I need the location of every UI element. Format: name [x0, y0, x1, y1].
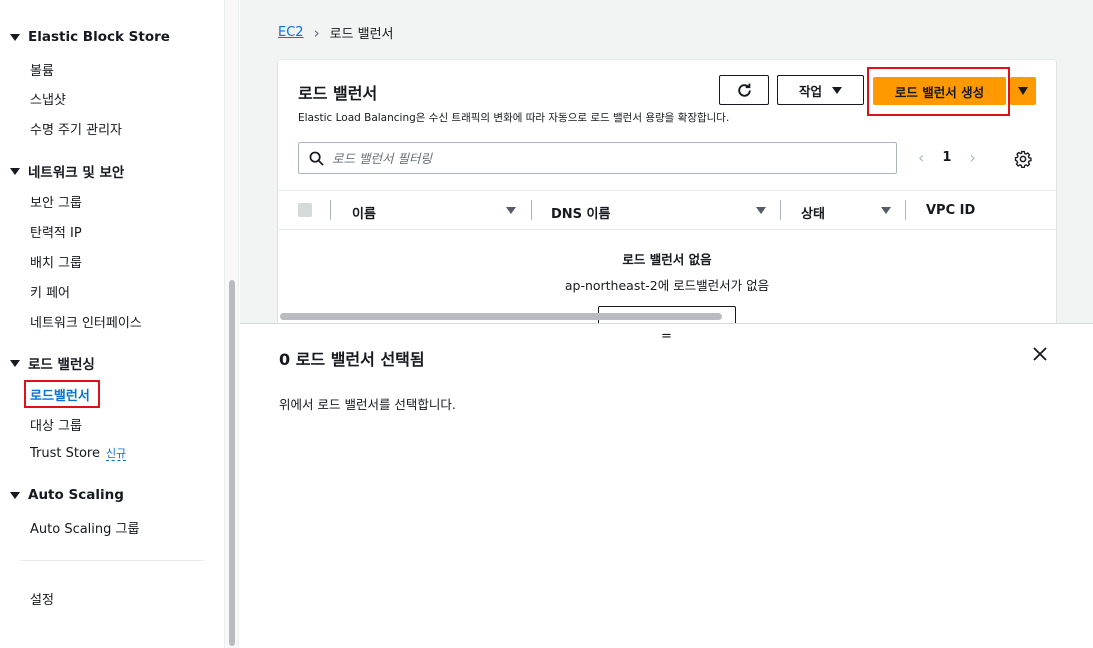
section-title: Auto Scaling — [28, 487, 124, 503]
sidebar: Elastic Block Store 볼륨 스냅샷 수명 주기 관리자 네트워… — [0, 0, 224, 648]
refresh-button[interactable] — [719, 75, 769, 105]
split-panel-title: 0 로드 밸런서 선택됨 — [279, 350, 425, 369]
sidebar-item-placement-groups[interactable]: 배치 그룹 — [30, 252, 82, 271]
sidebar-item-load-balancers[interactable]: 로드밸런서 — [30, 385, 90, 404]
sort-icon[interactable] — [506, 207, 516, 214]
sidebar-item-key-pairs[interactable]: 키 페어 — [30, 282, 70, 301]
caret-down-icon — [10, 167, 20, 175]
column-divider — [531, 200, 532, 220]
caret-down-icon — [10, 491, 20, 499]
empty-state-title: 로드 밸런서 없음 — [622, 252, 712, 267]
sidebar-divider — [20, 560, 204, 561]
caret-down-icon — [10, 359, 20, 367]
sidebar-item-volumes[interactable]: 볼륨 — [30, 60, 54, 79]
actions-label: 작업 — [798, 83, 822, 99]
chevron-right-icon[interactable]: › — [969, 148, 975, 167]
page-description: Elastic Load Balancing은 수신 트래픽의 변화에 따라 자… — [298, 112, 730, 124]
gear-icon[interactable] — [1014, 150, 1032, 168]
sidebar-item-auto-scaling-groups[interactable]: Auto Scaling 그룹 — [30, 518, 139, 537]
split-panel-text: 위에서 로드 밸런서를 선택합니다. — [279, 397, 456, 412]
new-badge[interactable]: 신규 — [105, 447, 127, 461]
section-title: 로드 밸런싱 — [28, 357, 95, 373]
breadcrumb: EC2 › 로드 밸런서 — [278, 23, 394, 43]
sidebar-item-security-groups[interactable]: 보안 그룹 — [30, 192, 82, 211]
search-icon — [309, 151, 324, 166]
load-balancers-table-container: 로드 밸런서 Elastic Load Balancing은 수신 트래픽의 변… — [278, 60, 1056, 323]
caret-down-icon — [1018, 87, 1028, 95]
column-divider — [780, 200, 781, 220]
sidebar-scrollbar-thumb[interactable] — [229, 280, 235, 646]
section-title: Elastic Block Store — [28, 29, 170, 45]
sidebar-item-network-interfaces[interactable]: 네트워크 인터페이스 — [30, 312, 142, 331]
column-header-name[interactable]: 이름 — [352, 203, 376, 222]
section-network-security[interactable]: 네트워크 및 보안 — [10, 161, 124, 181]
refresh-icon — [737, 83, 751, 97]
sidebar-item-label: Trust Store — [30, 446, 100, 461]
create-load-balancer-button[interactable]: 로드 밸런서 생성 — [873, 77, 1006, 105]
sidebar-item-settings[interactable]: 설정 — [30, 589, 54, 608]
filter-input[interactable] — [332, 150, 872, 166]
sort-icon[interactable] — [756, 207, 766, 214]
filter-field[interactable] — [298, 142, 897, 174]
section-ebs[interactable]: Elastic Block Store — [10, 29, 170, 45]
page-title: 로드 밸런서 — [298, 84, 378, 103]
main-content: EC2 › 로드 밸런서 로드 밸런서 Elastic Load Balanci… — [240, 0, 1093, 323]
column-header-vpc-id[interactable]: VPC ID — [926, 203, 975, 218]
create-load-balancer-dropdown[interactable] — [1010, 77, 1036, 105]
caret-down-icon — [10, 33, 20, 41]
close-icon[interactable] — [1032, 346, 1048, 362]
empty-state-subtitle: ap-northeast-2에 로드밸런서가 없음 — [564, 278, 770, 293]
split-panel-resize-handle[interactable]: = — [661, 329, 672, 344]
sidebar-item-snapshots[interactable]: 스냅샷 — [30, 89, 66, 108]
pagination: ‹ 1 › — [918, 148, 976, 167]
column-header-dns-name[interactable]: DNS 이름 — [551, 203, 610, 222]
section-title: 네트워크 및 보안 — [28, 165, 125, 181]
column-divider — [330, 200, 331, 220]
sidebar-item-target-groups[interactable]: 대상 그룹 — [30, 415, 82, 434]
breadcrumb-current: 로드 밸런서 — [329, 27, 394, 42]
sort-icon[interactable] — [881, 207, 891, 214]
sidebar-item-elastic-ip[interactable]: 탄력적 IP — [30, 222, 82, 241]
chevron-right-icon: › — [313, 23, 320, 42]
column-divider — [905, 200, 906, 220]
column-header-state[interactable]: 상태 — [801, 203, 825, 222]
sidebar-scrollbar[interactable] — [224, 0, 239, 648]
caret-down-icon — [832, 86, 842, 94]
section-load-balancing[interactable]: 로드 밸런싱 — [10, 353, 95, 373]
select-all-checkbox[interactable] — [298, 203, 312, 217]
horizontal-scrollbar-thumb[interactable] — [280, 313, 722, 320]
breadcrumb-ec2-link[interactable]: EC2 — [278, 25, 304, 40]
chevron-left-icon[interactable]: ‹ — [918, 148, 924, 167]
section-auto-scaling[interactable]: Auto Scaling — [10, 487, 124, 503]
split-panel: = 0 로드 밸런서 선택됨 위에서 로드 밸런서를 선택합니다. — [240, 323, 1093, 648]
actions-dropdown-button[interactable]: 작업 — [777, 75, 864, 105]
sidebar-item-lifecycle-manager[interactable]: 수명 주기 관리자 — [30, 119, 122, 138]
page-number[interactable]: 1 — [942, 150, 951, 165]
sidebar-item-trust-store[interactable]: Trust Store 신규 — [30, 445, 127, 461]
